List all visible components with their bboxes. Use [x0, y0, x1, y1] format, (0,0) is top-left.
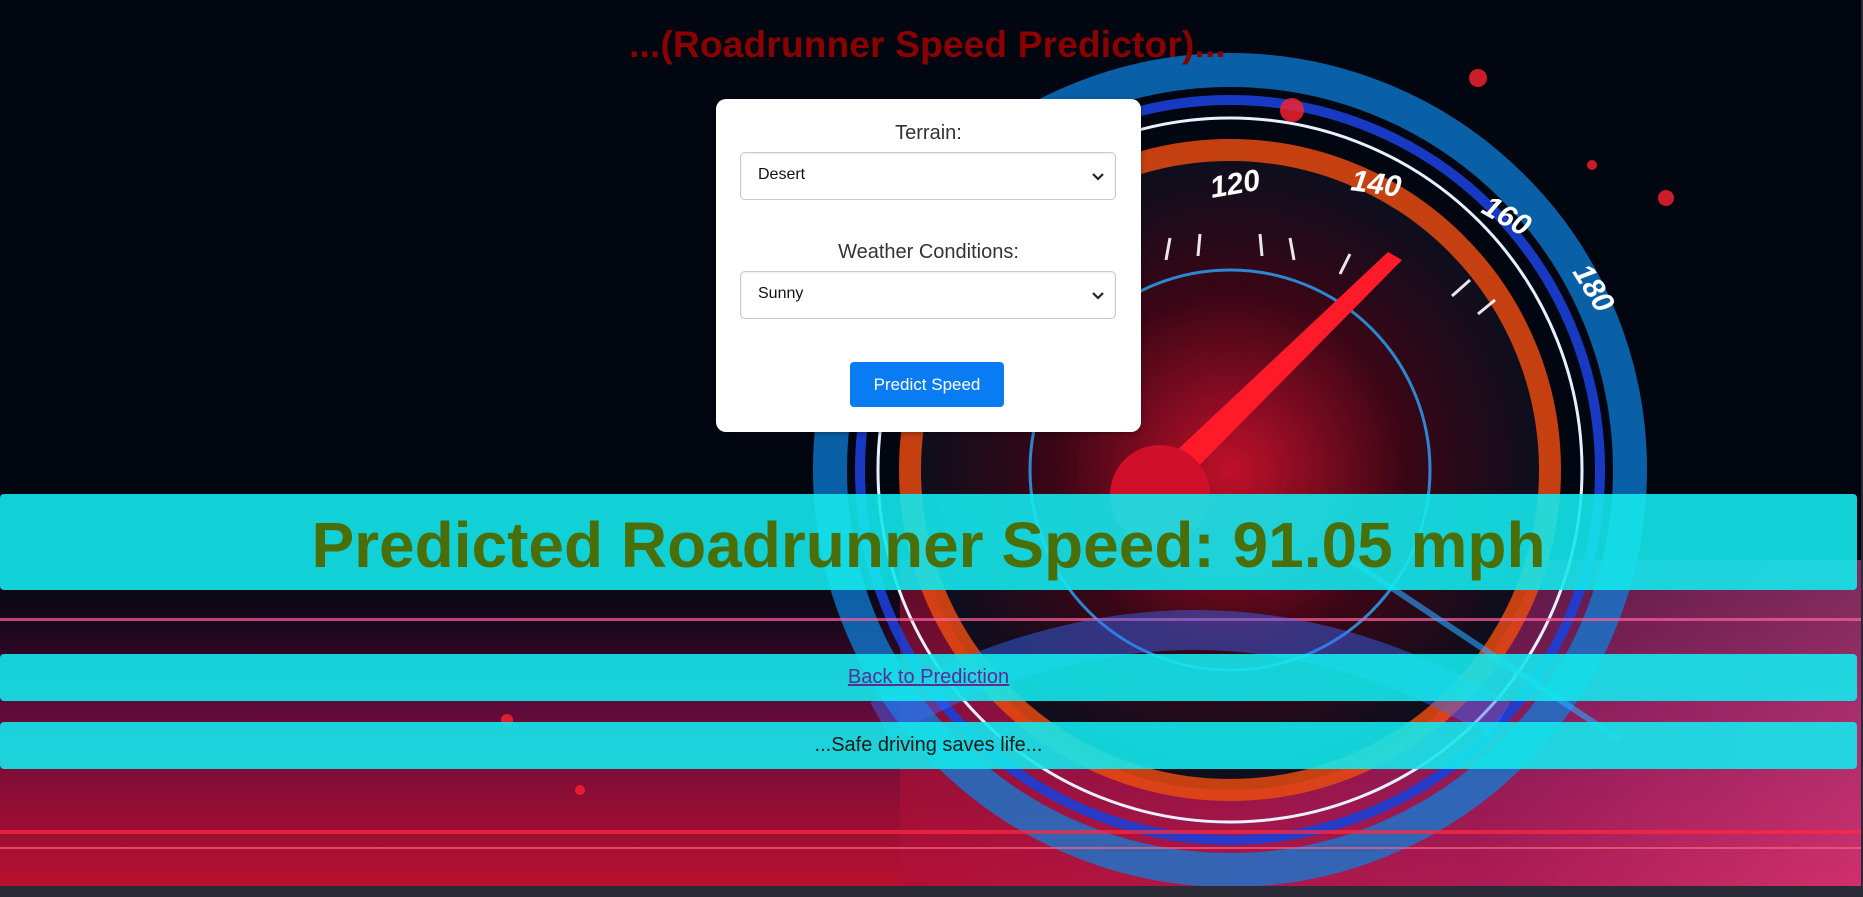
window-border-bottom	[0, 886, 1863, 897]
back-to-prediction-link[interactable]: Back to Prediction	[0, 666, 1857, 689]
terrain-select-value: Desert	[758, 166, 806, 183]
chevron-down-icon	[1092, 292, 1104, 300]
predicted-speed-text: Predicted Roadrunner Speed: 91.05 mph	[311, 509, 1546, 581]
weather-select[interactable]: Sunny	[740, 271, 1116, 319]
predict-speed-button[interactable]: Predict Speed	[850, 362, 1004, 407]
footer-text: ...Safe driving saves life...	[814, 734, 1043, 756]
result-banner: Predicted Roadrunner Speed: 91.05 mph	[0, 494, 1857, 590]
chevron-down-icon	[1092, 173, 1104, 181]
terrain-label: Terrain:	[895, 122, 962, 144]
footer-bar: ...Safe driving saves life...	[0, 722, 1857, 769]
terrain-select[interactable]: Desert	[740, 152, 1116, 200]
page-title: ...(Roadrunner Speed Predictor)...	[629, 24, 1226, 65]
back-link-bar: Back to Prediction	[0, 654, 1857, 701]
prediction-form: Terrain: Desert Weather Conditions: Sunn…	[716, 99, 1141, 432]
page: ...(Roadrunner Speed Predictor)... Terra…	[0, 0, 1863, 897]
weather-label: Weather Conditions:	[838, 241, 1019, 263]
weather-select-value: Sunny	[758, 285, 804, 302]
